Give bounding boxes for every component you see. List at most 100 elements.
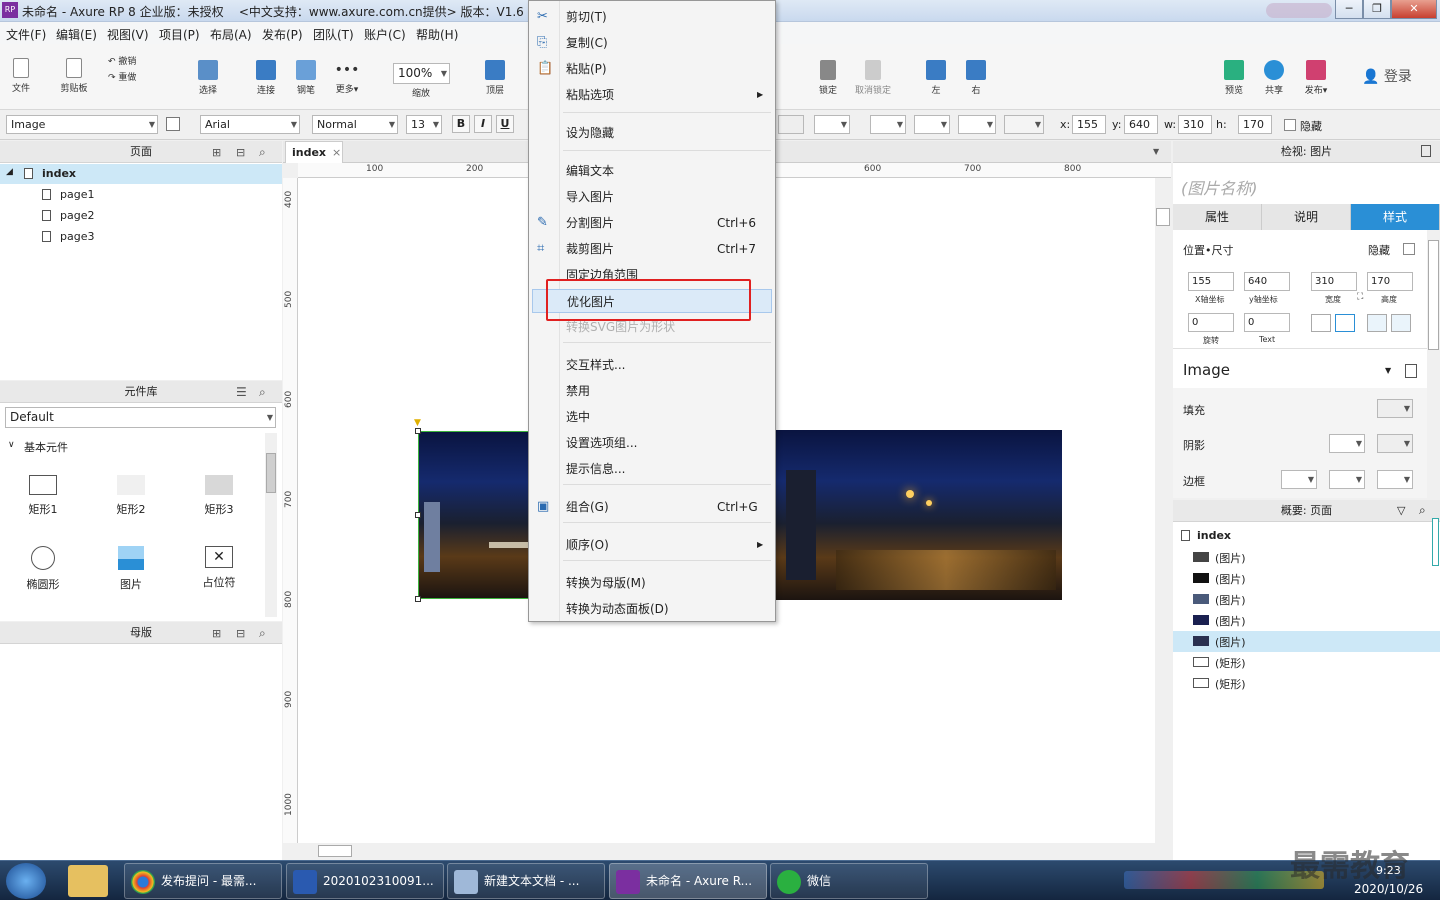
context-menu-item[interactable]: 交互样式... <box>529 353 775 377</box>
canvas-v-scrollbar[interactable] <box>1155 178 1171 843</box>
start-button[interactable] <box>6 863 46 899</box>
font-family-select[interactable]: Arial ▼ <box>200 115 300 134</box>
hidden-checkbox[interactable] <box>1284 119 1296 131</box>
context-menu-item[interactable]: ▣ 组合(G) Ctrl+G <box>529 495 775 519</box>
pen-button[interactable]: 钢笔 <box>290 60 322 96</box>
menu-publish[interactable]: 发布(P) <box>262 26 303 43</box>
context-menu-item[interactable]: ✎ 分割图片 Ctrl+6 <box>529 211 775 235</box>
taskbar-item-chrome[interactable]: 发布提问 - 最需... <box>124 863 282 899</box>
rotate-input[interactable]: 0 <box>1188 313 1234 332</box>
resize-handle[interactable] <box>415 512 421 518</box>
tab-list-chevron-icon[interactable]: ▼ <box>1153 147 1159 156</box>
bold-button[interactable]: B <box>452 115 470 133</box>
search-icon[interactable]: ⌕ <box>259 626 266 641</box>
context-menu-item[interactable]: 禁用 <box>529 379 775 403</box>
outline-row-selected[interactable] <box>1173 631 1440 652</box>
fit-icon[interactable] <box>1311 314 1331 332</box>
page-item[interactable]: page1 <box>60 188 94 201</box>
add-folder-icon[interactable]: ⊟ <box>236 146 245 159</box>
font-weight-select[interactable]: Normal ▼ <box>312 115 398 134</box>
lock-button[interactable]: 锁定 <box>812 60 844 96</box>
context-menu-item[interactable]: 提示信息... <box>529 457 775 481</box>
tab-properties[interactable]: 属性 <box>1173 204 1262 230</box>
context-menu-item[interactable]: 编辑文本 <box>529 159 775 183</box>
share-button[interactable]: 共享 <box>1260 60 1288 96</box>
context-menu-item[interactable]: 📋 粘贴(P) <box>529 57 775 81</box>
canvas-h-scrollbar[interactable] <box>298 843 1155 859</box>
taskbar-item-word[interactable]: 2020102310091... <box>286 863 444 899</box>
outline-item[interactable]: (矩形) <box>1215 676 1246 692</box>
search-icon[interactable]: ⌕ <box>259 145 266 160</box>
menu-help[interactable]: 帮助(H) <box>416 26 458 43</box>
search-icon[interactable]: ⌕ <box>1419 503 1426 518</box>
collapse-arrow-icon[interactable]: ◢ <box>6 167 13 177</box>
outline-scrollbar[interactable] <box>1431 514 1440 574</box>
context-menu-item[interactable]: 顺序(O) ▶ <box>529 533 775 557</box>
text-rotate-input[interactable]: 0 <box>1244 313 1290 332</box>
line-width-picker[interactable]: ▼ <box>914 115 950 134</box>
login-button[interactable]: 👤 登录 <box>1362 66 1422 86</box>
outline-item[interactable]: (图片) <box>1215 592 1246 608</box>
width-input[interactable]: 310 <box>1311 272 1357 291</box>
notes-icon[interactable] <box>1421 145 1431 157</box>
inspector-scrollbar[interactable] <box>1427 230 1440 498</box>
y-input[interactable]: 640 <box>1244 272 1290 291</box>
height-input[interactable]: 170 <box>1367 272 1413 291</box>
menu-view[interactable]: 视图(V) <box>107 26 149 43</box>
fit-image-icon[interactable] <box>1335 314 1355 332</box>
x-input[interactable]: 155 <box>1188 272 1234 291</box>
expand-arrow-icon[interactable]: ∨ <box>8 440 15 450</box>
page-index[interactable]: index <box>42 167 76 180</box>
selected-image-widget[interactable] <box>418 431 530 599</box>
font-size-select[interactable]: 13 ▼ <box>406 115 442 134</box>
library-scrollbar[interactable] <box>265 433 277 617</box>
context-menu-item[interactable]: ⌗ 裁剪图片 Ctrl+7 <box>529 237 775 261</box>
outline-item[interactable]: (图片) <box>1215 550 1246 566</box>
outline-item[interactable]: (图片) <box>1215 613 1246 629</box>
x-input[interactable]: 155 <box>1072 115 1106 134</box>
explorer-icon[interactable] <box>68 865 108 897</box>
select-button[interactable]: 选择 <box>178 60 238 96</box>
y-input[interactable]: 640 <box>1124 115 1158 134</box>
publish-button[interactable]: 发布▾ <box>1298 60 1334 96</box>
corner-radius-handle-icon[interactable]: ▼ <box>414 418 421 428</box>
context-menu-item[interactable]: 粘贴选项 ▶ <box>529 83 775 107</box>
widget-rect1[interactable]: 矩形1 <box>13 475 73 517</box>
page-item[interactable]: page2 <box>60 209 94 222</box>
border-color-picker[interactable]: ▼ <box>1329 470 1365 489</box>
fill-color-picker[interactable] <box>778 115 804 134</box>
tab-index[interactable]: index × <box>285 141 343 163</box>
align-left-button[interactable]: 左 <box>922 60 950 96</box>
context-menu-item[interactable]: 转换为动态面板(D) <box>529 597 775 621</box>
preview-button[interactable]: 预览 <box>1220 60 1248 96</box>
underline-button[interactable]: U <box>496 115 514 133</box>
widget-rect2[interactable]: 矩形2 <box>101 475 161 517</box>
menu-edit[interactable]: 编辑(E) <box>56 26 97 43</box>
width-input[interactable]: 310 <box>1178 115 1212 134</box>
bring-to-top-button[interactable]: 顶层 <box>480 60 510 96</box>
widget-rect3[interactable]: 矩形3 <box>189 475 249 517</box>
shadow-picker[interactable]: ▼ <box>814 115 850 134</box>
hidden-checkbox[interactable] <box>1403 243 1415 255</box>
resize-handle[interactable] <box>415 428 421 434</box>
align-right-button[interactable]: 右 <box>962 60 990 96</box>
context-menu-item[interactable]: ✂ 剪切(T) <box>529 5 775 29</box>
menu-layout[interactable]: 布局(A) <box>210 26 252 43</box>
taskbar-item-notepad[interactable]: 新建文本文档 - ... <box>447 863 605 899</box>
context-menu-item[interactable]: ⎘ 复制(C) <box>529 31 775 55</box>
add-master-icon[interactable]: ⊞ <box>212 627 221 640</box>
page-item[interactable]: page3 <box>60 230 94 243</box>
context-menu-item[interactable]: 导入图片 <box>529 185 775 209</box>
menu-file[interactable]: 文件(F) <box>6 26 46 43</box>
redo-button[interactable]: ↷ 重做 <box>108 70 150 83</box>
border-width-picker[interactable]: ▼ <box>1281 470 1317 489</box>
style-edit-icon[interactable] <box>166 117 180 131</box>
widget-ellipse[interactable]: 椭圆形 <box>13 546 73 592</box>
menu-team[interactable]: 团队(T) <box>313 26 354 43</box>
resize-handle[interactable] <box>415 596 421 602</box>
undo-button[interactable]: ↶ 撤销 <box>108 54 150 67</box>
outline-item[interactable]: (图片) <box>1215 571 1246 587</box>
taskbar-item-axure[interactable]: 未命名 - Axure R... <box>609 863 767 899</box>
italic-button[interactable]: I <box>474 115 492 133</box>
outline-root[interactable]: index <box>1197 529 1231 542</box>
